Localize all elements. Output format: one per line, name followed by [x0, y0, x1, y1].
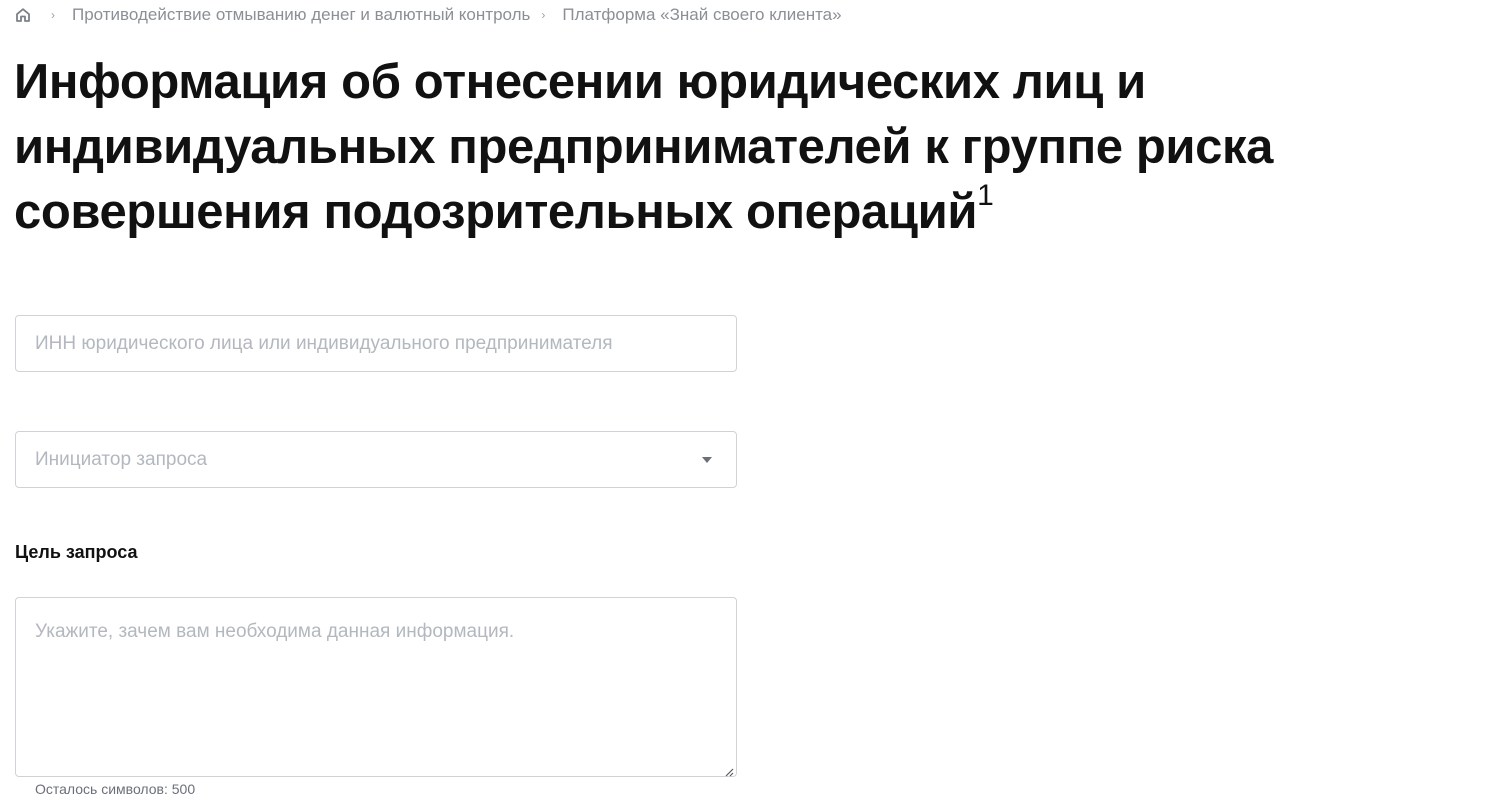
chevron-right-icon: › — [541, 8, 546, 22]
initiator-select[interactable]: Инициатор запроса — [15, 431, 737, 488]
page-title-text: Информация об отнесении юридических лиц … — [14, 55, 1273, 239]
characters-remaining: Осталось символов: 500 — [35, 781, 196, 797]
footnote-mark[interactable]: 1 — [977, 179, 994, 212]
chevron-right-icon: › — [51, 8, 55, 22]
chevron-down-icon — [702, 456, 712, 463]
purpose-label: Цель запроса — [15, 542, 138, 562]
breadcrumb: › Противодействие отмыванию денег и валю… — [14, 4, 842, 26]
initiator-select-placeholder: Инициатор запроса — [35, 448, 208, 470]
purpose-textarea[interactable] — [16, 598, 736, 776]
breadcrumb-item-aml[interactable]: Противодействие отмыванию денег и валютн… — [72, 5, 530, 25]
resize-handle-icon[interactable] — [724, 764, 734, 777]
home-icon[interactable] — [14, 6, 32, 24]
inn-field — [15, 315, 737, 372]
page-title: Информация об отнесении юридических лиц … — [14, 50, 1494, 245]
purpose-field — [15, 597, 737, 777]
inn-input[interactable] — [16, 316, 736, 371]
breadcrumb-item-kyc-platform[interactable]: Платформа «Знай своего клиента» — [562, 5, 841, 25]
